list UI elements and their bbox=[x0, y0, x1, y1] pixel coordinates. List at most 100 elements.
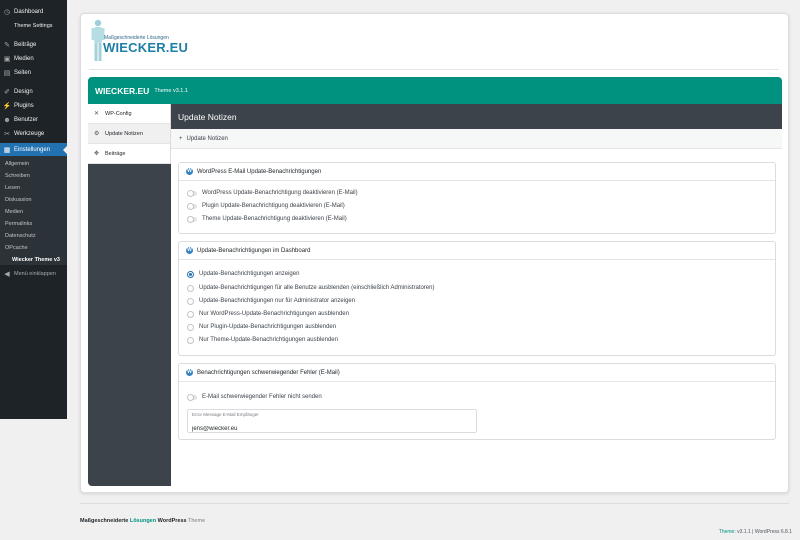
footer-divider bbox=[80, 503, 789, 504]
submenu-schreiben[interactable]: Schreiben bbox=[0, 170, 67, 182]
gauge-icon: ◷ bbox=[3, 9, 11, 16]
divider bbox=[89, 69, 779, 70]
wordpress-icon: W bbox=[186, 247, 193, 254]
menu-dashboard[interactable]: ◷ Dashboard bbox=[0, 6, 67, 18]
content-header: Update Notizen bbox=[171, 104, 782, 129]
menu-beitraege[interactable]: ✎ Beiträge bbox=[0, 39, 67, 51]
option-row[interactable]: Plugin Update-Benachrichtigung deaktivie… bbox=[187, 201, 345, 211]
radio-button[interactable] bbox=[187, 323, 194, 331]
radio-label: Nur Theme-Update-Benachrichtigungen ausb… bbox=[199, 337, 338, 343]
menu-label: Seiten bbox=[14, 70, 32, 76]
plus-icon: + bbox=[179, 135, 183, 142]
email-field-label: Error Message E-Mail Empfänger bbox=[192, 412, 259, 417]
footer-text-2: Lösungen bbox=[129, 518, 157, 524]
menu-plugins[interactable]: ⚡ Plugins bbox=[0, 100, 67, 112]
radio-option[interactable]: Nur Plugin-Update-Benachrichtigungen aus… bbox=[187, 322, 336, 332]
option-label: Plugin Update-Benachrichtigung deaktivie… bbox=[202, 203, 345, 209]
footer-theme-version: v3.1.1 bbox=[737, 529, 751, 535]
submenu-medien[interactable]: Medien bbox=[0, 206, 67, 218]
menu-werkzeuge[interactable]: ✂ Werkzeuge bbox=[0, 128, 67, 140]
menu-label: Design bbox=[14, 89, 33, 95]
collapse-menu-button[interactable]: ◀ Menü einklappen bbox=[0, 268, 67, 280]
theme-header: WIECKER.EU Theme v3.1.1 bbox=[88, 77, 782, 104]
radio-label: Update-Benachrichtigungen für alle Benut… bbox=[199, 285, 435, 291]
email-recipient-field[interactable]: Error Message E-Mail Empfänger bbox=[187, 409, 477, 433]
footer-text-1: Maßgeschneiderte bbox=[80, 518, 129, 524]
wordpress-icon: W bbox=[186, 168, 193, 175]
menu-medien[interactable]: ▣ Medien bbox=[0, 53, 67, 65]
panel-fatal-error-email: W Benachrichtigungen schwerwiegender Feh… bbox=[178, 363, 776, 440]
radio-button[interactable] bbox=[187, 284, 194, 292]
toggle-switch[interactable] bbox=[187, 189, 197, 197]
submenu-label: Lesen bbox=[5, 185, 20, 191]
menu-seiten[interactable]: ▤ Seiten bbox=[0, 67, 67, 79]
footer-wp-version: WordPress 6.8.1 bbox=[754, 529, 792, 535]
menu-benutzer[interactable]: ☻ Benutzer bbox=[0, 114, 67, 126]
nav-item-update-notizen[interactable]: ⚙ Update Notizen bbox=[88, 124, 170, 144]
radio-option[interactable]: Update-Benachrichtigungen nur für Admini… bbox=[187, 296, 355, 306]
settings-icon: ▦ bbox=[3, 146, 11, 154]
site-logo: Maßgeschneiderte Lösungen WIECKER.EU bbox=[90, 18, 190, 64]
option-row[interactable]: Theme Update-Benachrichtigung deaktivier… bbox=[187, 214, 347, 224]
menu-theme-settings[interactable]: Theme Settings bbox=[0, 20, 67, 32]
submenu-lesen[interactable]: Lesen bbox=[0, 182, 67, 194]
page-icon: ▤ bbox=[3, 70, 11, 77]
toggle-switch[interactable] bbox=[187, 202, 197, 210]
menu-label: Dashboard bbox=[14, 9, 44, 15]
logo-brand: WIECKER.EU bbox=[103, 40, 189, 55]
submenu-wiecker-theme[interactable]: Wiecker Theme v3 bbox=[0, 254, 67, 266]
submenu-datenschutz[interactable]: Datenschutz bbox=[0, 230, 67, 242]
menu-label: Medien bbox=[14, 56, 34, 62]
menu-label: Theme Settings bbox=[14, 23, 53, 29]
pushpin-icon: ✎ bbox=[4, 42, 10, 49]
submenu-label: Permalinks bbox=[5, 221, 33, 227]
footer-credit: Maßgeschneiderte Lösungen WordPress Them… bbox=[80, 518, 205, 524]
nav-item-beitraege[interactable]: ✥ Beiträge bbox=[88, 144, 170, 164]
radio-button-selected[interactable] bbox=[187, 270, 194, 278]
panel-title: Benachrichtigungen schwerwiegender Fehle… bbox=[197, 369, 340, 376]
nav-item-wp-config[interactable]: ✕ WP-Config bbox=[88, 104, 170, 124]
menu-design[interactable]: ✐ Design bbox=[0, 86, 67, 98]
move-icon: ✥ bbox=[94, 151, 100, 157]
menu-label: Werkzeuge bbox=[14, 131, 45, 137]
submenu-label: Schreiben bbox=[5, 173, 30, 179]
menu-einstellungen[interactable]: ▦ Einstellungen bbox=[0, 143, 67, 156]
nav-label: Update Notizen bbox=[105, 130, 143, 137]
panel-header: W Update-Benachrichtigungen im Dashboard bbox=[179, 242, 775, 260]
option-row[interactable]: E-Mail schwerwiegender Fehler nicht send… bbox=[187, 392, 322, 402]
panel-dashboard-updates: W Update-Benachrichtigungen im Dashboard… bbox=[178, 241, 776, 356]
radio-button[interactable] bbox=[187, 297, 194, 305]
email-input[interactable] bbox=[192, 426, 472, 432]
option-label: Theme Update-Benachrichtigung deaktivier… bbox=[202, 216, 347, 222]
radio-button[interactable] bbox=[187, 310, 194, 318]
content-subheader[interactable]: + Update Notizen bbox=[171, 129, 782, 149]
toggle-switch[interactable] bbox=[187, 393, 197, 401]
radio-option[interactable]: Nur WordPress-Update-Benachrichtigungen … bbox=[187, 309, 349, 319]
theme-nav: ✕ WP-Config ⚙ Update Notizen ✥ Beiträge bbox=[88, 104, 171, 486]
admin-sidebar: ◷ Dashboard Theme Settings ✎ Beiträge ▣ … bbox=[0, 0, 67, 419]
nav-label: Beiträge bbox=[105, 150, 126, 157]
radio-option[interactable]: Update-Benachrichtigungen anzeigen bbox=[187, 269, 299, 279]
option-row[interactable]: WordPress Update-Benachrichtigung deakti… bbox=[187, 188, 358, 198]
radio-option[interactable]: Nur Theme-Update-Benachrichtigungen ausb… bbox=[187, 335, 338, 345]
toggle-switch[interactable] bbox=[187, 215, 197, 223]
content-subtitle: Update Notizen bbox=[186, 135, 228, 142]
radio-button[interactable] bbox=[187, 336, 194, 344]
wordpress-icon: W bbox=[186, 369, 193, 376]
panel-title: WordPress E-Mail Update-Benachrichtigung… bbox=[197, 168, 322, 175]
submenu-diskussion[interactable]: Diskussion bbox=[0, 194, 67, 206]
submenu-allgemein[interactable]: Allgemein bbox=[0, 158, 67, 170]
submenu-opcache[interactable]: OPcache bbox=[0, 242, 67, 254]
submenu-label: Wiecker Theme v3 bbox=[12, 257, 60, 263]
tools-icon: ✕ bbox=[94, 111, 100, 117]
plug-icon: ⚡ bbox=[2, 103, 12, 110]
radio-label: Update-Benachrichtigungen anzeigen bbox=[199, 271, 300, 277]
submenu-permalinks[interactable]: Permalinks bbox=[0, 218, 67, 230]
user-icon: ☻ bbox=[3, 116, 11, 124]
theme-version: Theme v3.1.1 bbox=[154, 87, 188, 94]
panel-header: W WordPress E-Mail Update-Benachrichtigu… bbox=[179, 163, 775, 181]
gear-icon: ⚙ bbox=[94, 131, 100, 137]
brush-icon: ✐ bbox=[4, 89, 10, 96]
settings-card: Maßgeschneiderte Lösungen WIECKER.EU WIE… bbox=[80, 13, 789, 493]
radio-option[interactable]: Update-Benachrichtigungen für alle Benut… bbox=[187, 283, 434, 293]
